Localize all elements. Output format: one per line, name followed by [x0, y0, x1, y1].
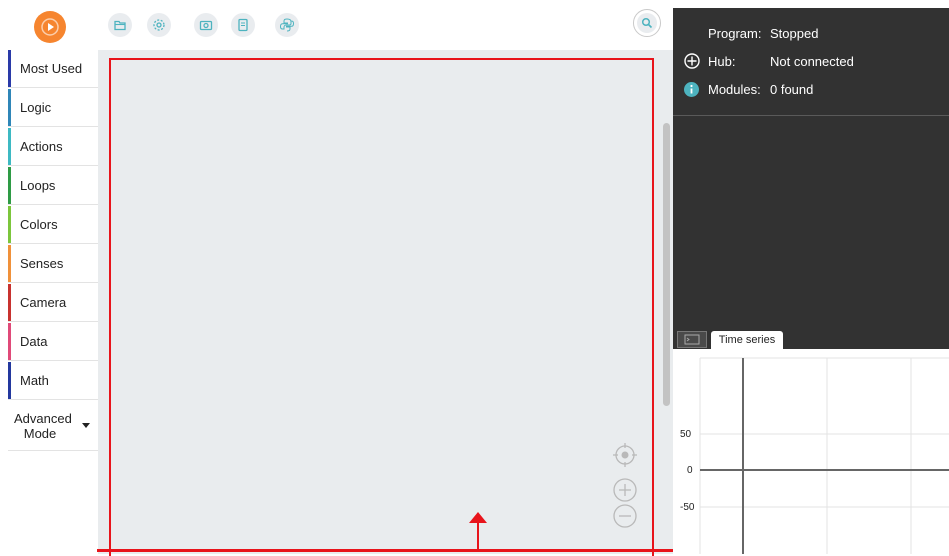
sidebar: Most Used Logic Actions Loops Colors Sen…	[0, 50, 98, 554]
category-color-bar	[8, 284, 11, 321]
y-tick-label: -50	[680, 502, 695, 513]
toolbar	[98, 0, 673, 50]
annotation-arrow	[477, 522, 479, 550]
sidebar-item-label: Actions	[20, 139, 63, 154]
document-button[interactable]	[231, 13, 255, 37]
program-label: Program:	[708, 26, 762, 41]
hub-label: Hub:	[708, 54, 736, 69]
category-color-bar	[8, 362, 11, 399]
output-area	[673, 115, 949, 350]
status-panel: Program: Stopped Hub: Not connected Modu…	[673, 8, 949, 115]
modules-label: Modules:	[708, 82, 761, 97]
sidebar-item-label: Camera	[20, 295, 67, 310]
sidebar-item-label: Math	[20, 373, 49, 388]
camera-button[interactable]	[194, 13, 218, 37]
y-tick-label: 50	[680, 429, 692, 440]
sidebar-item-label: Senses	[20, 256, 64, 271]
time-series-chart: 50 0 -50	[673, 349, 949, 554]
sidebar-item-loops[interactable]: Loops	[8, 167, 98, 205]
hub-value: Not connected	[770, 54, 854, 69]
advanced-mode-dropdown[interactable]: Advanced Mode	[8, 401, 98, 451]
terminal-icon	[684, 334, 700, 345]
program-value: Stopped	[770, 26, 819, 41]
search-button[interactable]	[633, 9, 661, 37]
y-tick-label: 0	[687, 465, 693, 476]
right-panel: Program: Stopped Hub: Not connected Modu…	[673, 0, 949, 554]
caret-down-icon	[82, 423, 90, 428]
logo-area	[0, 0, 98, 50]
hub-icon	[684, 53, 700, 69]
sidebar-item-math[interactable]: Math	[8, 362, 98, 400]
sidebar-item-logic[interactable]: Logic	[8, 89, 98, 127]
python-button[interactable]	[275, 13, 299, 37]
category-color-bar	[8, 89, 11, 126]
tab-time-series[interactable]: Time series	[711, 331, 783, 349]
category-color-bar	[8, 245, 11, 282]
annotation-rectangle	[109, 58, 654, 556]
sidebar-item-actions[interactable]: Actions	[8, 128, 98, 166]
modules-value: 0 found	[770, 82, 814, 97]
sidebar-item-label: Loops	[20, 178, 56, 193]
folder-icon	[114, 20, 126, 31]
sidebar-item-data[interactable]: Data	[8, 323, 98, 361]
search-icon	[641, 17, 653, 29]
settings-button[interactable]	[147, 13, 171, 37]
annotation-arrow-head	[469, 512, 487, 523]
chart-grid	[699, 357, 949, 554]
monitor-tabs: Time series	[673, 331, 949, 349]
category-color-bar	[8, 323, 11, 360]
tab-console[interactable]	[677, 331, 707, 348]
category-color-bar	[8, 128, 11, 165]
python-icon	[279, 18, 295, 32]
category-color-bar	[8, 50, 11, 87]
sidebar-item-label: Data	[20, 334, 48, 349]
sidebar-item-camera[interactable]: Camera	[8, 284, 98, 322]
document-icon	[238, 18, 248, 32]
sidebar-item-most-used[interactable]: Most Used	[8, 50, 98, 88]
sidebar-item-label: Colors	[20, 217, 58, 232]
canvas-scrollbar[interactable]	[663, 123, 670, 406]
sidebar-item-colors[interactable]: Colors	[8, 206, 98, 244]
advanced-mode-label: Advanced Mode	[14, 411, 72, 441]
category-color-bar	[8, 167, 11, 204]
category-color-bar	[8, 206, 11, 243]
sidebar-item-label: Most Used	[20, 61, 83, 76]
sidebar-item-senses[interactable]: Senses	[8, 245, 98, 283]
info-icon	[684, 82, 699, 97]
folder-button[interactable]	[108, 13, 132, 37]
gear-icon	[153, 19, 165, 31]
play-icon[interactable]	[34, 11, 66, 43]
camera-icon	[199, 20, 213, 31]
sidebar-item-label: Logic	[20, 100, 52, 115]
